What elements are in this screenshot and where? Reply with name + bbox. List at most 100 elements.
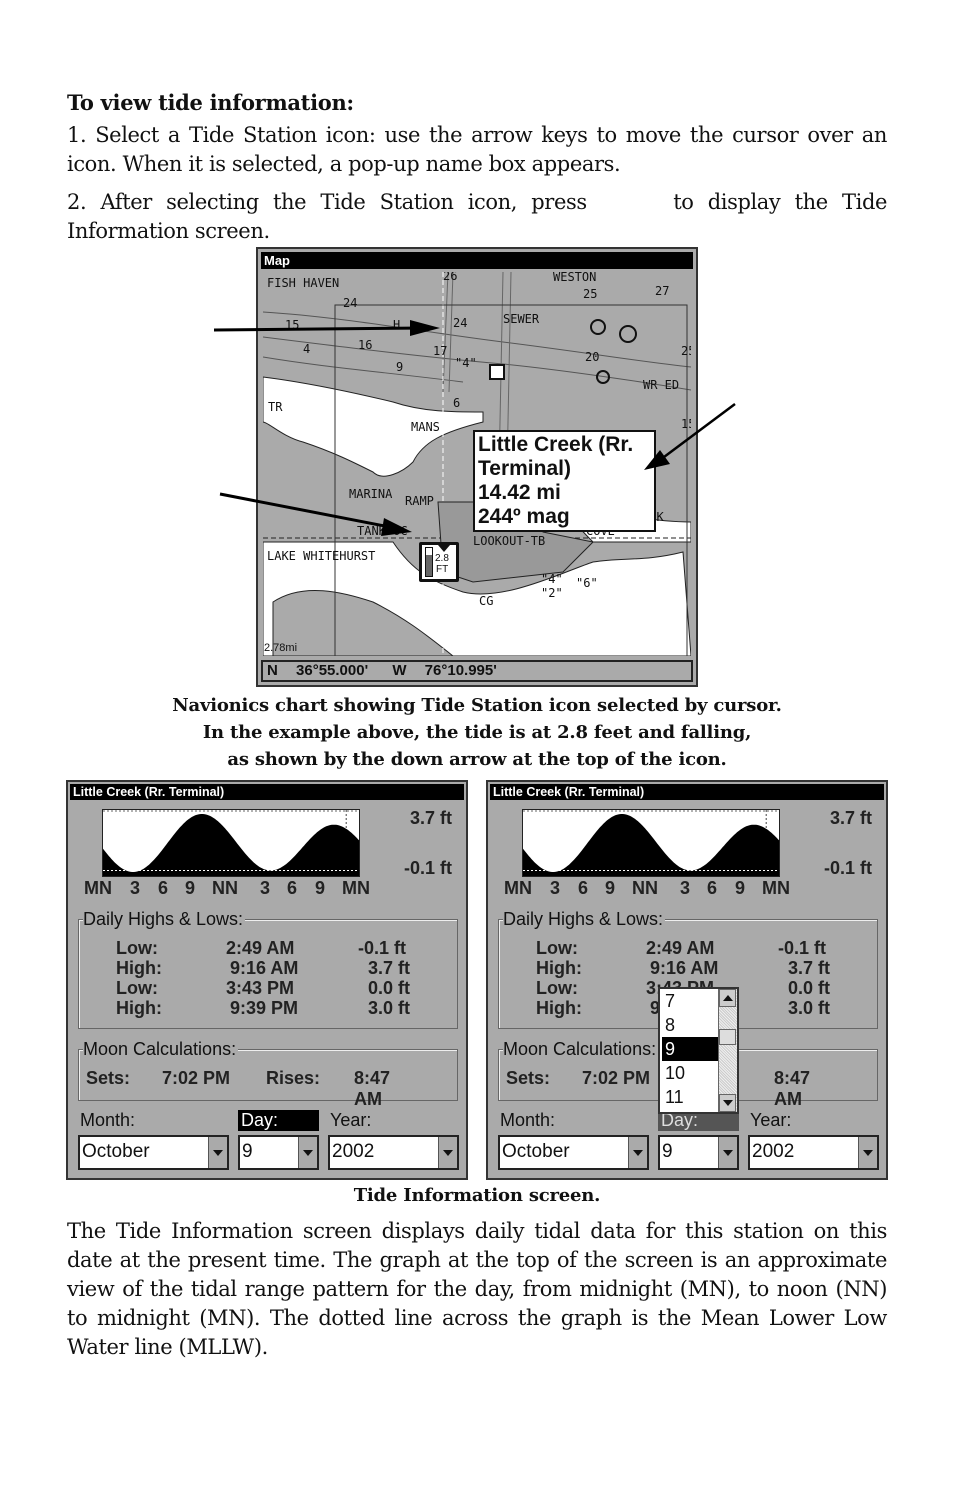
arrowhead-icon bbox=[410, 320, 440, 336]
tide-event-row: High: 9:16 AM 3.7 ft bbox=[526, 958, 856, 978]
highs-lows-title: Daily Highs & Lows: bbox=[83, 909, 246, 930]
tide-event-row: Low: 3:43 PM 0.0 ft bbox=[106, 978, 436, 998]
axis-tick-label: 3 bbox=[680, 878, 691, 898]
tide-event-row: High: 9:16 AM 3.7 ft bbox=[106, 958, 436, 978]
chevron-down-icon[interactable] bbox=[298, 1137, 317, 1168]
month-select[interactable]: October bbox=[498, 1135, 649, 1170]
day-select[interactable]: 9 bbox=[238, 1135, 319, 1170]
month-value: October bbox=[502, 1141, 570, 1162]
day-option[interactable]: 11 bbox=[662, 1085, 723, 1109]
scroll-up-icon[interactable] bbox=[719, 989, 736, 1007]
moon-rises-label: Rises: bbox=[266, 1068, 321, 1088]
year-select[interactable]: 2002 bbox=[748, 1135, 879, 1170]
axis-tick-label: 6 bbox=[707, 878, 718, 898]
tide-event-height: 0.0 ft bbox=[368, 978, 411, 998]
callout-arrows bbox=[213, 320, 736, 536]
axis-tick-label: 3 bbox=[550, 878, 561, 898]
tide-event-type: High: bbox=[116, 958, 162, 978]
moon-sets-label: Sets: bbox=[86, 1068, 131, 1088]
callout-arrow-cursor bbox=[213, 326, 426, 332]
day-option-selected[interactable]: 9 bbox=[662, 1037, 723, 1061]
tide-min-label: -0.1 ft bbox=[823, 858, 872, 878]
moon-rises-time: 8:47 AM bbox=[354, 1068, 391, 1109]
tide-screen-title: Little Creek (Rr. Terminal) bbox=[490, 784, 884, 800]
tide-max-label: 3.7 ft bbox=[829, 808, 872, 828]
axis-tick-label: MN bbox=[342, 878, 370, 898]
month-value: October bbox=[82, 1141, 150, 1162]
tide-max-label: 3.7 ft bbox=[409, 808, 452, 828]
tide-event-type: High: bbox=[536, 958, 582, 978]
day-option[interactable]: 7 bbox=[662, 989, 723, 1013]
tide-event-type: High: bbox=[536, 998, 582, 1018]
dropdown-scrollbar[interactable] bbox=[718, 989, 737, 1112]
map-caption-line-1: Navionics chart showing Tide Station ico… bbox=[172, 695, 782, 716]
axis-tick-label: 6 bbox=[287, 878, 298, 898]
tide-event-row: Low: 2:49 AM -0.1 ft bbox=[526, 938, 856, 958]
highs-lows-title: Daily Highs & Lows: bbox=[503, 909, 666, 930]
axis-tick-label: 3 bbox=[130, 878, 141, 898]
axis-tick-label: 9 bbox=[315, 878, 326, 898]
tide-event-height: 3.7 ft bbox=[788, 958, 831, 978]
tide-event-row: Low: 2:49 AM -0.1 ft bbox=[106, 938, 436, 958]
moon-sets-time: 7:02 PM bbox=[162, 1068, 231, 1088]
day-dropdown-list[interactable]: 7 8 9 10 11 bbox=[658, 987, 739, 1114]
tide-curve-area bbox=[103, 814, 359, 876]
tide-event-type: Low: bbox=[536, 978, 578, 998]
axis-tick-label: 6 bbox=[158, 878, 169, 898]
moon-row: Sets: 7:02 PM Rises: 8:47 AM bbox=[86, 1068, 416, 1109]
tide-curve-area bbox=[523, 814, 779, 876]
day-value: 9 bbox=[242, 1141, 253, 1162]
map-caption-line-3: as shown by the down arrow at the top of… bbox=[227, 749, 727, 770]
axis-tick-label: MN bbox=[504, 878, 532, 898]
scroll-thumb[interactable] bbox=[719, 1029, 736, 1045]
axis-tick-label: 9 bbox=[735, 878, 746, 898]
day-option[interactable]: 10 bbox=[662, 1061, 723, 1085]
day-option[interactable]: 8 bbox=[662, 1013, 723, 1037]
axis-tick-label: NN bbox=[212, 878, 238, 898]
chevron-down-icon[interactable] bbox=[628, 1137, 647, 1168]
tide-info-screen: Little Creek (Rr. Terminal) 3.7 ft -0.1 … bbox=[66, 780, 468, 1180]
axis-tick-label: MN bbox=[762, 878, 790, 898]
arrowhead-icon bbox=[644, 450, 670, 470]
tide-graph bbox=[522, 809, 780, 877]
tide-event-time: 2:49 AM bbox=[646, 938, 715, 958]
moon-sets-label: Sets: bbox=[506, 1068, 551, 1088]
moon-sets-time: 7:02 PM bbox=[582, 1068, 651, 1088]
month-select[interactable]: October bbox=[78, 1135, 229, 1170]
arrowhead-icon bbox=[381, 518, 412, 536]
year-select[interactable]: 2002 bbox=[328, 1135, 459, 1170]
tide-event-height: -0.1 ft bbox=[778, 938, 827, 958]
tide-event-height: 3.0 ft bbox=[368, 998, 411, 1018]
tide-graph-svg bbox=[523, 810, 779, 876]
moon-title: Moon Calculations: bbox=[503, 1039, 659, 1060]
tide-screen-title: Little Creek (Rr. Terminal) bbox=[70, 784, 464, 800]
map-caption: Navionics chart showing Tide Station ico… bbox=[67, 692, 887, 773]
tide-event-height: -0.1 ft bbox=[358, 938, 407, 958]
chevron-down-icon[interactable] bbox=[718, 1137, 737, 1168]
tide-event-time: 3:43 PM bbox=[226, 978, 295, 998]
tide-event-type: High: bbox=[116, 998, 162, 1018]
tide-event-height: 3.0 ft bbox=[788, 998, 831, 1018]
tide-event-type: Low: bbox=[536, 938, 578, 958]
chevron-down-icon[interactable] bbox=[438, 1137, 457, 1168]
moon-rises-time: 8:47 AM bbox=[774, 1068, 811, 1109]
day-select[interactable]: 9 bbox=[658, 1135, 739, 1170]
tide-event-row: High: 9:39 PM 3.0 ft bbox=[106, 998, 436, 1018]
tide-info-screen-dropdown-open: Little Creek (Rr. Terminal) 3.7 ft -0.1 … bbox=[486, 780, 888, 1180]
explanation-text: The Tide Information screen displays dai… bbox=[67, 1219, 887, 1359]
year-value: 2002 bbox=[332, 1141, 375, 1162]
year-label: Year: bbox=[330, 1110, 372, 1130]
callout-arrow-tide-icon bbox=[219, 492, 396, 530]
day-value: 9 bbox=[662, 1141, 673, 1162]
scroll-down-icon[interactable] bbox=[719, 1094, 736, 1112]
tide-min-label: -0.1 ft bbox=[403, 858, 452, 878]
axis-tick-label: 3 bbox=[260, 878, 271, 898]
chevron-down-icon[interactable] bbox=[858, 1137, 877, 1168]
tide-event-time: 9:16 AM bbox=[650, 958, 719, 978]
month-label: Month: bbox=[80, 1110, 136, 1130]
chevron-down-icon[interactable] bbox=[208, 1137, 227, 1168]
tide-caption: Tide Information screen. bbox=[353, 1185, 601, 1206]
tide-event-time: 2:49 AM bbox=[226, 938, 295, 958]
callout-arrow-popup bbox=[659, 402, 736, 462]
axis-tick-label: MN bbox=[84, 878, 112, 898]
